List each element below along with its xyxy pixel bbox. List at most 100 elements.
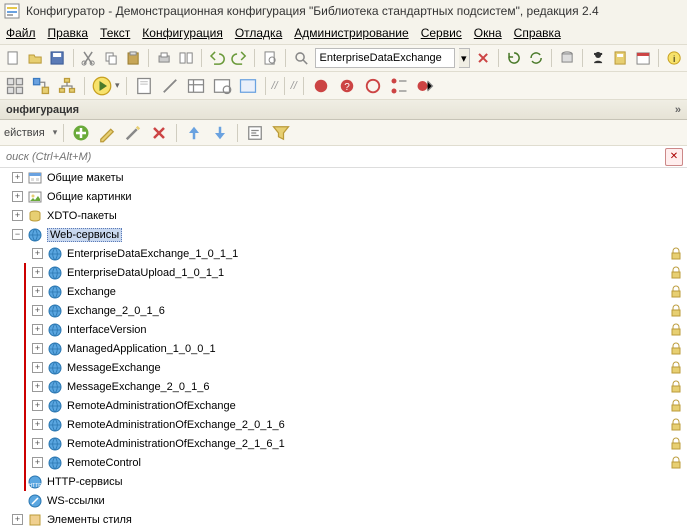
expand-icon[interactable]: + [32,400,43,411]
redo-button[interactable] [230,47,248,69]
tree-row[interactable]: +InterfaceVersion [0,320,687,339]
expand-icon[interactable]: + [32,362,43,373]
bp-cond-button[interactable]: ? [336,75,358,97]
bp-list-button[interactable] [388,75,410,97]
up-button[interactable] [183,122,205,144]
db-button[interactable] [558,47,576,69]
new-button[interactable] [4,47,22,69]
hierarchy-button[interactable] [56,75,78,97]
ws-icon [47,360,63,376]
tree-row[interactable]: +EnterpriseDataUpload_1_0_1_1 [0,263,687,282]
cut-button[interactable] [79,47,97,69]
tree-row[interactable]: +Exchange [0,282,687,301]
lock-icon [669,380,683,394]
play-dropdown-arrow[interactable]: ▾ [115,80,120,91]
tree-row[interactable]: +MessageExchange_2_0_1_6 [0,377,687,396]
prop-button[interactable] [185,75,207,97]
page-view-button[interactable] [133,75,155,97]
tree-row[interactable]: +Общие картинки [0,187,687,206]
menu-debug[interactable]: Отладка [235,26,282,40]
refresh2-button[interactable] [527,47,545,69]
ws-icon [47,322,63,338]
wand-button[interactable] [122,122,144,144]
tree-row[interactable]: +ManagedApplication_1_0_0_1 [0,339,687,358]
print-button[interactable] [155,47,173,69]
expand-icon[interactable]: + [32,381,43,392]
expand-icon[interactable]: + [32,324,43,335]
tree-row[interactable]: WS-ссылки [0,491,687,510]
add-button[interactable] [70,122,92,144]
expand-icon[interactable]: + [32,343,43,354]
menu-text[interactable]: Текст [100,26,130,40]
copy-button[interactable] [102,47,120,69]
menu-file[interactable]: Файл [6,26,36,40]
menu-help[interactable]: Справка [514,26,561,40]
tree-row[interactable]: +RemoteControl [0,453,687,472]
bp-button[interactable] [310,75,332,97]
paste-button[interactable] [124,47,142,69]
tree-row[interactable]: +Exchange_2_0_1_6 [0,301,687,320]
calc-button[interactable] [611,47,629,69]
boxes-button[interactable] [4,75,26,97]
bp-off-button[interactable] [362,75,384,97]
tree-row[interactable]: +Элементы стиля [0,510,687,529]
toolbar-search-dropdown[interactable]: ▾ [459,48,471,68]
tree-search-input[interactable] [0,151,665,163]
find-doc-button[interactable] [261,47,279,69]
expand-icon[interactable]: + [32,419,43,430]
ws-icon [47,455,63,471]
tree-row[interactable]: +Общие макеты [0,168,687,187]
expand-icon[interactable]: + [32,267,43,278]
clear-search-button[interactable] [474,47,492,69]
search-icon[interactable] [292,47,310,69]
tree-row[interactable]: +MessageExchange [0,358,687,377]
menu-admin[interactable]: Администрирование [294,26,408,40]
collapse-icon[interactable]: − [12,229,23,240]
tree-row[interactable]: +RemoteAdministrationOfExchange_2_0_1_6 [0,415,687,434]
tree-row[interactable]: +RemoteAdministrationOfExchange [0,396,687,415]
expand-icon[interactable]: + [32,286,43,297]
menu-edit[interactable]: Правка [48,26,89,40]
undo-button[interactable] [208,47,226,69]
open-button[interactable] [26,47,44,69]
bp-remove-button[interactable] [414,75,436,97]
compare-button[interactable] [177,47,195,69]
sort-button[interactable] [244,122,266,144]
actions-label[interactable]: ействия [4,127,45,139]
tree-row[interactable]: HTTPHTTP-сервисы [0,472,687,491]
expand-icon[interactable]: + [12,210,23,221]
expand-icon[interactable]: + [32,438,43,449]
toolbar-search-input[interactable] [315,48,455,68]
expand-icon[interactable]: + [32,457,43,468]
delete-button[interactable] [148,122,170,144]
menu-config[interactable]: Конфигурация [142,26,223,40]
tree-search-close-button[interactable]: ✕ [665,148,683,166]
expand-icon[interactable]: + [12,191,23,202]
expand-icon[interactable]: + [32,248,43,259]
refresh-button[interactable] [505,47,523,69]
expand-icon[interactable]: + [12,514,23,525]
help-button[interactable]: i [665,47,683,69]
expand-icon[interactable]: + [12,172,23,183]
tree-row[interactable]: +RemoteAdministrationOfExchange_2_1_6_1 [0,434,687,453]
form-button[interactable] [237,75,259,97]
calendar-button[interactable] [634,47,652,69]
line-button[interactable] [159,75,181,97]
down-button[interactable] [209,122,231,144]
tree-row[interactable]: +XDTO-пакеты [0,206,687,225]
prop2-button[interactable] [211,75,233,97]
expand-icon[interactable]: + [32,305,43,316]
config-tree[interactable]: +Общие макеты+Общие картинки+XDTO-пакеты… [0,168,687,530]
filter-button[interactable] [270,122,292,144]
save-button[interactable] [48,47,66,69]
struct-button[interactable] [30,75,52,97]
play-button[interactable] [91,75,113,97]
menu-windows[interactable]: Окна [474,26,502,40]
tree-row[interactable]: +EnterpriseDataExchange_1_0_1_1 [0,244,687,263]
syntax-assistant-button[interactable] [589,47,607,69]
panel-chevron-icon[interactable]: » [675,104,681,116]
tree-row[interactable]: −Web-сервисы [0,225,687,244]
edit-button[interactable] [96,122,118,144]
config-panel-title: онфигурация [6,104,79,116]
menu-service[interactable]: Сервис [421,26,462,40]
